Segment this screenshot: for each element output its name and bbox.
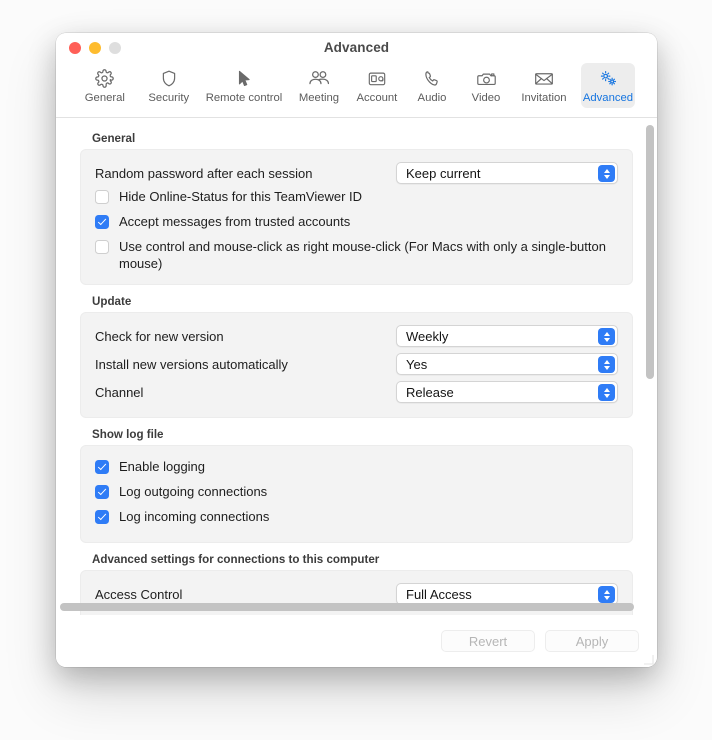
checkbox-row-log-outgoing[interactable]: Log outgoing connections — [95, 481, 618, 505]
access-control-select[interactable]: Full Access — [396, 583, 618, 605]
section-general: General Random password after each sessi… — [80, 132, 633, 285]
gears-icon — [597, 66, 619, 91]
install-new-versions-label: Install new versions automatically — [95, 356, 288, 372]
horizontal-scrollbar[interactable] — [60, 603, 645, 611]
checkbox-row-enable-logging[interactable]: Enable logging — [95, 456, 618, 480]
log-outgoing-label: Log outgoing connections — [119, 484, 268, 499]
install-new-versions-select[interactable]: Yes — [396, 353, 618, 375]
tab-invitation[interactable]: Invitation — [519, 63, 569, 108]
channel-select[interactable]: Release — [396, 381, 618, 403]
enable-logging-label: Enable logging — [119, 459, 206, 474]
preferences-toolbar: General Security Remote control Meeting … — [56, 63, 657, 118]
shield-icon — [160, 66, 178, 91]
tab-general[interactable]: General — [82, 63, 128, 108]
vertical-scrollbar-thumb[interactable] — [646, 125, 654, 379]
people-icon — [308, 66, 330, 91]
section-log-title: Show log file — [92, 428, 164, 441]
camera-icon — [476, 66, 497, 91]
tab-meeting-label: Meeting — [298, 92, 340, 104]
checkbox-row-hide-online-status[interactable]: Hide Online-Status for this TeamViewer I… — [95, 186, 618, 210]
channel-label: Channel — [95, 384, 144, 400]
section-log-group: Enable logging Log outgoing connections … — [80, 445, 633, 543]
preferences-window: Advanced General Security Remote control… — [56, 33, 657, 667]
phone-icon — [423, 66, 441, 91]
tab-video[interactable]: Video — [466, 63, 506, 108]
checkbox-row-control-mouse-click[interactable]: Use control and mouse-click as right mou… — [95, 236, 618, 272]
log-incoming-checkbox[interactable] — [95, 510, 109, 524]
row-check-new-version: Check for new version Weekly — [95, 323, 618, 349]
channel-value: Release — [406, 384, 454, 400]
tab-security[interactable]: Security — [146, 63, 192, 108]
tab-audio-label: Audio — [417, 92, 447, 104]
tab-account[interactable]: Account — [354, 63, 400, 108]
tab-video-label: Video — [471, 92, 501, 104]
check-new-version-label: Check for new version — [95, 328, 224, 344]
control-mouse-click-checkbox[interactable] — [95, 240, 109, 254]
log-incoming-label: Log incoming connections — [119, 509, 270, 524]
row-install-new-versions: Install new versions automatically Yes — [95, 351, 618, 377]
section-update-group: Check for new version Weekly Install new… — [80, 312, 633, 418]
row-details: Details... — [95, 613, 618, 615]
section-general-title: General — [92, 132, 136, 145]
tab-remote-control[interactable]: Remote control — [206, 63, 282, 108]
enable-logging-checkbox[interactable] — [95, 460, 109, 474]
hide-online-status-checkbox[interactable] — [95, 190, 109, 204]
check-new-version-value: Weekly — [406, 328, 449, 344]
window-footer: Revert Apply — [56, 615, 657, 667]
tab-invitation-label: Invitation — [521, 92, 567, 104]
random-password-select[interactable]: Keep current — [396, 162, 618, 184]
hide-online-status-label: Hide Online-Status for this TeamViewer I… — [119, 189, 363, 204]
section-log: Show log file Enable logging Log outgoin… — [80, 428, 633, 543]
random-password-value: Keep current — [406, 165, 481, 181]
tab-account-label: Account — [356, 92, 398, 104]
envelope-icon — [533, 66, 555, 91]
checkbox-row-log-incoming[interactable]: Log incoming connections — [95, 506, 618, 530]
install-new-versions-value: Yes — [406, 356, 428, 372]
access-control-value: Full Access — [406, 586, 472, 602]
row-random-password: Random password after each session Keep … — [95, 160, 618, 186]
accept-messages-label: Accept messages from trusted accounts — [119, 214, 351, 229]
chevron-updown-icon — [598, 586, 615, 603]
horizontal-scrollbar-thumb[interactable] — [60, 603, 635, 611]
vertical-scrollbar[interactable] — [646, 123, 654, 593]
tab-meeting[interactable]: Meeting — [296, 63, 342, 108]
tab-advanced-label: Advanced — [582, 92, 634, 104]
tab-remote-control-label: Remote control — [205, 92, 283, 104]
revert-button[interactable]: Revert — [441, 630, 535, 652]
random-password-label: Random password after each session — [95, 165, 313, 181]
id-card-icon — [367, 66, 387, 91]
checkbox-row-accept-messages[interactable]: Accept messages from trusted accounts — [95, 211, 618, 235]
accept-messages-checkbox[interactable] — [95, 215, 109, 229]
row-channel: Channel Release — [95, 379, 618, 405]
check-new-version-select[interactable]: Weekly — [396, 325, 618, 347]
apply-button[interactable]: Apply — [545, 630, 639, 652]
log-outgoing-checkbox[interactable] — [95, 485, 109, 499]
resize-grip-icon[interactable] — [642, 653, 654, 665]
tab-general-label: General — [84, 92, 125, 104]
access-control-label: Access Control — [95, 586, 183, 602]
cursor-icon — [235, 66, 253, 91]
preferences-content: General Random password after each sessi… — [56, 118, 657, 615]
section-update-title: Update — [92, 295, 132, 308]
section-update: Update Check for new version Weekly Inst… — [80, 295, 633, 418]
section-advanced-connections-title: Advanced settings for connections to thi… — [92, 553, 380, 566]
tab-audio[interactable]: Audio — [412, 63, 452, 108]
section-general-group: Random password after each session Keep … — [80, 149, 633, 285]
control-mouse-click-label: Use control and mouse-click as right mou… — [119, 239, 606, 271]
chevron-updown-icon — [598, 384, 615, 401]
gear-icon — [95, 66, 115, 91]
settings-list: General Random password after each sessi… — [56, 118, 657, 615]
title-bar: Advanced — [56, 33, 657, 63]
chevron-updown-icon — [598, 165, 615, 182]
window-title: Advanced — [323, 40, 390, 55]
chevron-updown-icon — [598, 356, 615, 373]
tab-advanced[interactable]: Advanced — [580, 63, 635, 108]
tab-security-label: Security — [148, 92, 190, 104]
chevron-updown-icon — [598, 328, 615, 345]
